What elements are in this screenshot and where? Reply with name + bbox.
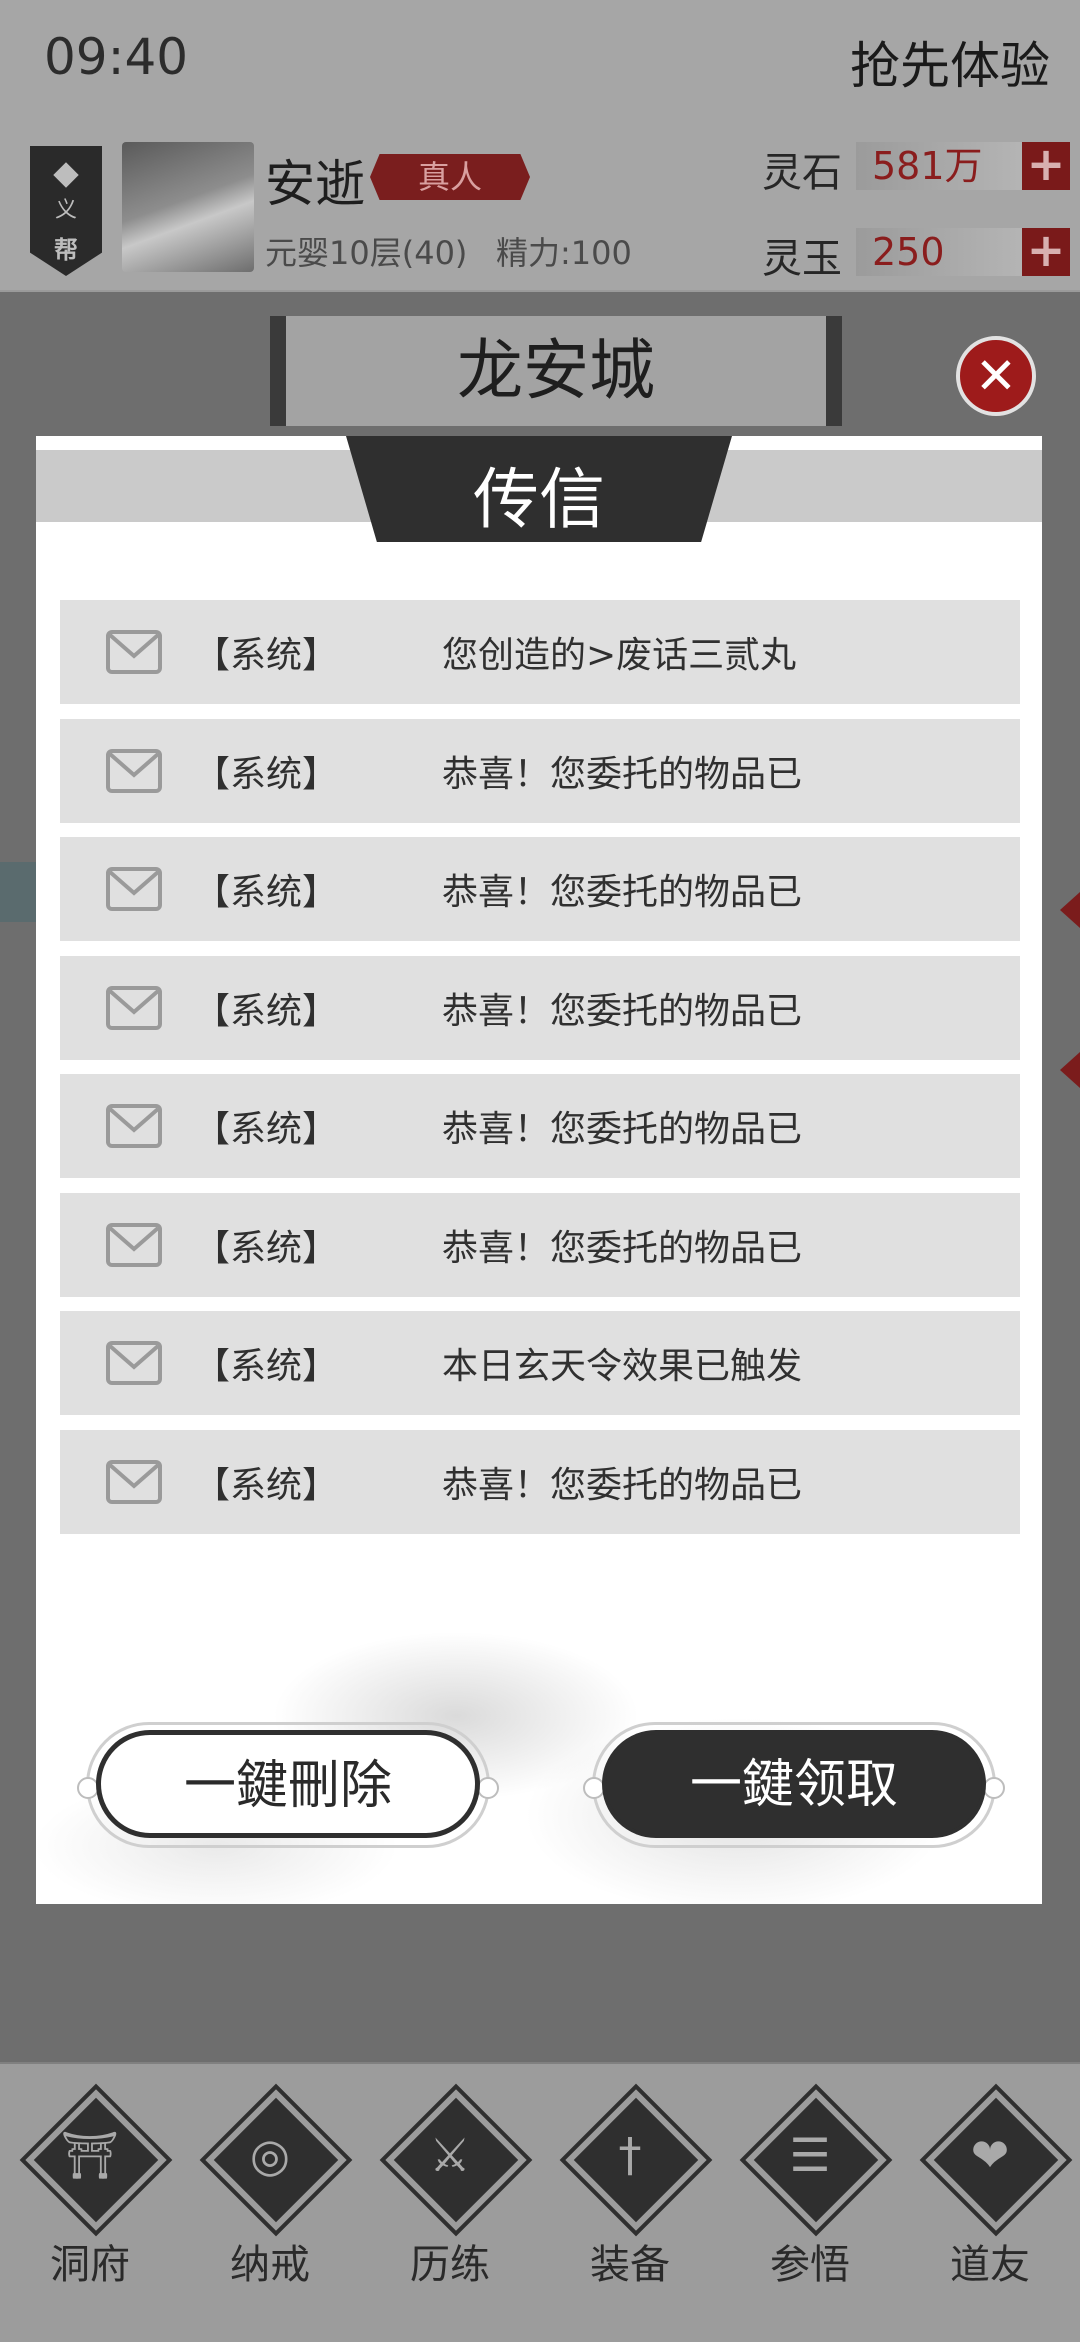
message-row[interactable]: 【系统】 恭喜！您委托的物品已 bbox=[60, 1192, 1020, 1297]
envelope-icon bbox=[106, 748, 162, 793]
message-sender: 【系统】 bbox=[194, 990, 339, 1032]
side-marker bbox=[1060, 1052, 1080, 1088]
nav-label: 纳戒 bbox=[230, 2242, 310, 2288]
message-subject: 本日玄天令效果已触发 bbox=[442, 1346, 803, 1387]
nav-label: 洞府 bbox=[50, 2242, 130, 2288]
nav-label: 道友 bbox=[950, 2242, 1030, 2288]
claim-all-button[interactable]: 一鍵领取 bbox=[602, 1730, 986, 1838]
message-subject: 您创造的>废话三贰丸 bbox=[442, 635, 797, 676]
bottom-nav: ⛩ 洞府 ◎ 纳戒 ⚔ 历练 † 装备 ☰ 参悟 ❤ 道友 bbox=[0, 2062, 1080, 2342]
message-sender: 【系统】 bbox=[194, 753, 339, 795]
guild-badge-top: 义 bbox=[54, 198, 77, 223]
guild-badge-bottom: 帮 bbox=[54, 236, 78, 264]
spirit-jade-value: 250 bbox=[856, 228, 1026, 276]
envelope-icon bbox=[106, 630, 162, 674]
message-subject: 恭喜！您委托的物品已 bbox=[442, 753, 803, 795]
message-sender: 【系统】 bbox=[194, 1464, 339, 1506]
message-subject: 恭喜！您委托的物品已 bbox=[442, 872, 803, 913]
add-spirit-jade-button[interactable]: + bbox=[1022, 227, 1070, 276]
message-row[interactable]: 【系统】 恭喜！您委托的物品已 bbox=[60, 718, 1020, 823]
envelope-icon bbox=[106, 985, 162, 1030]
real-player-badge: 真人 bbox=[370, 154, 530, 200]
envelope-icon bbox=[106, 1104, 162, 1148]
side-panel-left bbox=[0, 862, 36, 922]
message-sender: 【系统】 bbox=[194, 1227, 339, 1269]
dialog-title: 传信 bbox=[473, 461, 605, 538]
message-subject: 恭喜！您委托的物品已 bbox=[442, 1109, 803, 1150]
message-row[interactable]: 【系统】 恭喜！您委托的物品已 bbox=[60, 1074, 1020, 1178]
early-access-link[interactable]: 抢先体验 bbox=[850, 26, 1050, 98]
side-marker bbox=[1060, 892, 1080, 928]
avatar[interactable] bbox=[122, 142, 254, 272]
player-header: 09:40 抢先体验 义 帮 安逝 真人 元婴10层(40) 精力:100 灵石… bbox=[0, 0, 1080, 290]
nav-item-equipment[interactable]: † 装备 bbox=[550, 2083, 713, 2332]
nav-item-training[interactable]: ⚔ 历练 bbox=[370, 2083, 533, 2332]
mail-dialog: 传信 【系统】 您创造的>废话三贰丸 【系统】 恭喜！您委托的物品已 【系统】 恭喜！您委… bbox=[36, 436, 1042, 1904]
message-subject: 恭喜！您委托的物品已 bbox=[442, 990, 803, 1032]
message-row[interactable]: 【系统】 恭喜！您委托的物品已 bbox=[60, 955, 1020, 1060]
envelope-icon bbox=[106, 1341, 162, 1385]
message-row[interactable]: 【系统】 本日玄天令效果已触发 bbox=[60, 1311, 1020, 1415]
message-sender: 【系统】 bbox=[194, 1109, 339, 1150]
message-row[interactable]: 【系统】 您创造的>废话三贰丸 bbox=[60, 600, 1020, 704]
spirit-jade-label: 灵玉 bbox=[762, 236, 842, 282]
message-subject: 恭喜！您委托的物品已 bbox=[442, 1227, 803, 1269]
add-spirit-stone-button[interactable]: + bbox=[1022, 141, 1070, 190]
spirit-stone-label: 灵石 bbox=[762, 150, 842, 196]
message-subject: 恭喜！您委托的物品已 bbox=[442, 1464, 803, 1506]
close-button[interactable]: ✕ bbox=[956, 336, 1036, 416]
envelope-icon bbox=[106, 867, 162, 911]
nav-item-ring[interactable]: ◎ 纳戒 bbox=[190, 2083, 353, 2332]
message-sender: 【系统】 bbox=[194, 872, 339, 913]
envelope-icon bbox=[106, 1222, 162, 1267]
guild-badge[interactable]: 义 帮 bbox=[30, 146, 102, 276]
player-name: 安逝 bbox=[265, 155, 365, 213]
envelope-icon bbox=[106, 1459, 162, 1504]
nav-item-friends[interactable]: ❤ 道友 bbox=[910, 2083, 1073, 2332]
nav-label: 历练 bbox=[410, 2242, 490, 2288]
spirit-stone-value: 581万 bbox=[856, 142, 1026, 190]
message-list: 【系统】 您创造的>废话三贰丸 【系统】 恭喜！您委托的物品已 【系统】 恭喜！您委托的物… bbox=[60, 600, 1020, 1548]
nav-label: 参悟 bbox=[770, 2242, 850, 2288]
message-sender: 【系统】 bbox=[194, 635, 339, 676]
message-row[interactable]: 【系统】 恭喜！您委托的物品已 bbox=[60, 837, 1020, 941]
city-title: 龙安城 bbox=[270, 316, 842, 426]
delete-all-button[interactable]: 一鍵刪除 bbox=[96, 1730, 480, 1838]
player-level: 元婴10层(40) bbox=[265, 234, 468, 272]
nav-label: 装备 bbox=[590, 2242, 670, 2288]
nav-item-insight[interactable]: ☰ 参悟 bbox=[730, 2083, 893, 2332]
player-energy: 精力:100 bbox=[496, 234, 632, 272]
status-time: 09:40 bbox=[44, 28, 189, 86]
message-sender: 【系统】 bbox=[194, 1346, 339, 1387]
message-row[interactable]: 【系统】 恭喜！您委托的物品已 bbox=[60, 1429, 1020, 1534]
diamond-icon bbox=[53, 162, 79, 188]
nav-item-cave[interactable]: ⛩ 洞府 bbox=[10, 2083, 173, 2332]
